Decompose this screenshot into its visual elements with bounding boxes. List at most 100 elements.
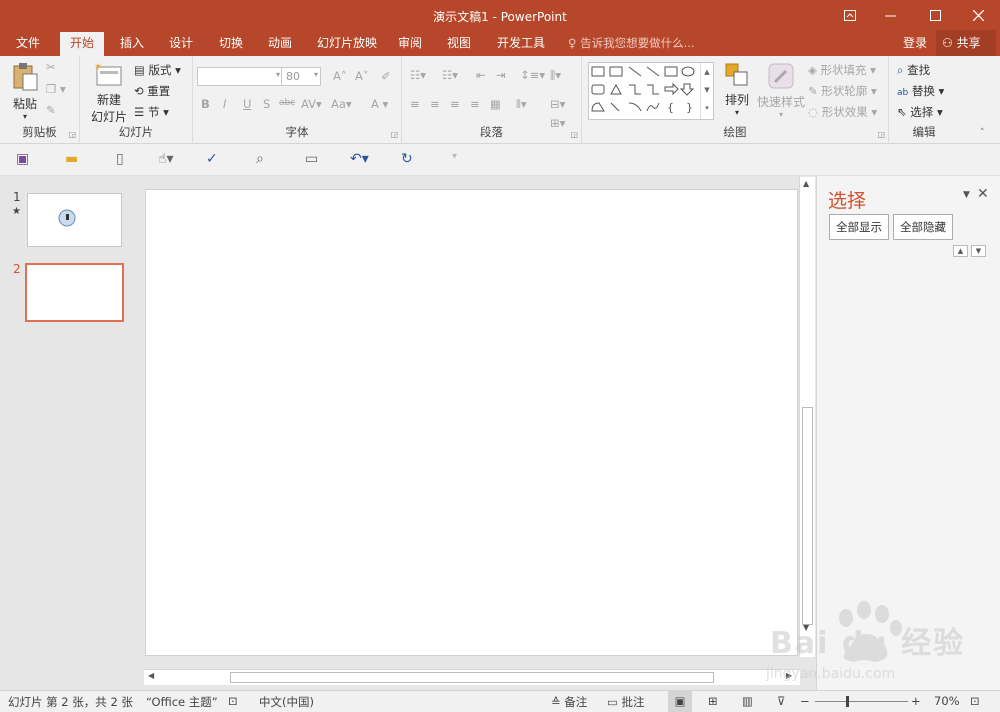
sign-in-link[interactable]: 登录 bbox=[903, 30, 927, 56]
strikethrough-button[interactable]: abc bbox=[279, 98, 295, 108]
copy-button[interactable]: ❐ ▾ bbox=[46, 82, 66, 96]
collapse-ribbon-button[interactable]: ˄ bbox=[980, 128, 985, 138]
undo-button[interactable]: ↶▾ bbox=[350, 151, 369, 167]
close-pane-button[interactable]: ✕ bbox=[977, 186, 989, 202]
redo-button[interactable]: ↻ bbox=[401, 151, 413, 167]
comments-button[interactable]: ▭ 批注 bbox=[607, 694, 645, 710]
find-button[interactable]: ⌕ 查找 bbox=[897, 62, 930, 78]
zoom-slider-track[interactable] bbox=[815, 701, 908, 702]
tab-review[interactable]: 审阅 bbox=[388, 30, 432, 56]
scroll-up-icon[interactable]: ▲ bbox=[803, 179, 809, 188]
underline-button[interactable]: U bbox=[243, 97, 251, 111]
ribbon-display-options-button[interactable] bbox=[828, 0, 872, 30]
slideshow-from-start-button[interactable]: ▭ bbox=[305, 151, 318, 167]
print-preview-button[interactable]: ⌕ bbox=[256, 151, 264, 167]
tab-developer[interactable]: 开发工具 bbox=[487, 30, 555, 56]
shape-effects-button[interactable]: ◌ 形状效果 ▾ bbox=[808, 104, 877, 120]
tab-slideshow[interactable]: 幻灯片放映 bbox=[307, 30, 387, 56]
vertical-scrollbar[interactable]: ▲ ▼ bbox=[799, 177, 815, 657]
save-button[interactable]: ▣ bbox=[16, 151, 29, 167]
new-button[interactable]: ▯ bbox=[116, 151, 124, 167]
tab-design[interactable]: 设计 bbox=[159, 30, 203, 56]
paste-button[interactable]: 粘贴 ▾ bbox=[8, 62, 42, 121]
italic-button[interactable]: I bbox=[223, 97, 226, 111]
align-right-button[interactable]: ≡ bbox=[450, 97, 460, 111]
slide-thumbnail-1[interactable] bbox=[27, 193, 122, 247]
grow-font-button[interactable]: A˄ bbox=[333, 69, 347, 83]
touch-mode-button[interactable]: ☝▾ bbox=[158, 151, 174, 167]
pane-options-button[interactable]: ▼ bbox=[963, 190, 970, 200]
slide-thumbnail-2[interactable] bbox=[25, 263, 124, 322]
char-spacing-button[interactable]: AV▾ bbox=[301, 97, 322, 111]
horizontal-scrollbar[interactable]: ◀ ▶ bbox=[144, 669, 800, 685]
bullets-button[interactable]: ☷▾ bbox=[410, 68, 426, 82]
horizontal-scroll-thumb[interactable] bbox=[230, 672, 714, 683]
hide-all-button[interactable]: 全部隐藏 bbox=[893, 214, 953, 240]
replace-button[interactable]: ab 替换 ▾ bbox=[897, 83, 944, 99]
change-case-button[interactable]: Aa▾ bbox=[331, 97, 352, 111]
zoom-slider-thumb[interactable] bbox=[846, 696, 849, 707]
font-launcher-icon[interactable]: ◲ bbox=[390, 130, 398, 139]
notes-button[interactable]: ≙ 备注 bbox=[551, 694, 587, 710]
slide-canvas[interactable] bbox=[145, 189, 798, 656]
align-left-button[interactable]: ≡ bbox=[410, 97, 420, 111]
tab-animations[interactable]: 动画 bbox=[258, 30, 302, 56]
increase-indent-button[interactable]: ⇥ bbox=[496, 68, 506, 82]
close-window-button[interactable] bbox=[956, 0, 1000, 30]
shrink-font-button[interactable]: A˅ bbox=[355, 69, 369, 83]
new-slide-button[interactable]: ✶ 新建 幻灯片 bbox=[84, 62, 134, 125]
scroll-left-icon[interactable]: ◀ bbox=[148, 671, 154, 680]
reset-button[interactable]: ⟲ 重置 bbox=[134, 83, 170, 99]
text-direction-button[interactable]: ⫼▾ bbox=[550, 68, 561, 83]
tab-file[interactable]: 文件 bbox=[6, 30, 50, 56]
cut-button[interactable]: ✂ bbox=[46, 60, 56, 74]
zoom-out-button[interactable]: − bbox=[800, 694, 810, 708]
language[interactable]: 中文(中国) bbox=[259, 694, 314, 710]
slide-info[interactable]: 幻灯片 第 2 张，共 2 张 bbox=[8, 694, 133, 710]
fit-to-window-button[interactable]: ⊡ bbox=[970, 694, 980, 708]
vertical-scroll-thumb[interactable] bbox=[802, 407, 813, 625]
share-button[interactable]: ⚇ 共享 bbox=[936, 30, 996, 56]
numbering-button[interactable]: ☷▾ bbox=[442, 68, 458, 82]
font-name-combo[interactable]: ▾ bbox=[197, 67, 283, 86]
line-spacing-button[interactable]: ↕≡▾ bbox=[520, 68, 545, 82]
clear-format-button[interactable]: ✐ bbox=[381, 69, 391, 83]
clipboard-launcher-icon[interactable]: ◲ bbox=[68, 130, 76, 139]
layout-button[interactable]: ▤ 版式 ▾ bbox=[134, 62, 181, 78]
slide-sorter-button[interactable]: ⊞ bbox=[708, 694, 718, 708]
select-button[interactable]: ⇖ 选择 ▾ bbox=[897, 104, 943, 120]
justify-button[interactable]: ≡ bbox=[470, 97, 480, 111]
tab-transitions[interactable]: 切换 bbox=[209, 30, 253, 56]
shape-fill-button[interactable]: ◈ 形状填充 ▾ bbox=[808, 62, 876, 78]
maximize-button[interactable] bbox=[913, 0, 957, 30]
bold-button[interactable]: B bbox=[201, 97, 210, 111]
open-button[interactable]: ▬ bbox=[65, 151, 78, 167]
tell-me-search[interactable]: ♀ 告诉我您想要做什么... bbox=[568, 30, 695, 56]
font-color-button[interactable]: A ▾ bbox=[371, 97, 388, 111]
arrange-button[interactable]: 排列 ▾ bbox=[720, 62, 754, 117]
quick-styles-button[interactable]: 快速样式 ▾ bbox=[756, 62, 806, 119]
reading-view-button[interactable]: ▥ bbox=[742, 694, 753, 708]
bring-forward-button[interactable]: ▲ bbox=[953, 245, 968, 257]
zoom-level[interactable]: 70% bbox=[934, 694, 960, 708]
align-center-button[interactable]: ≡ bbox=[430, 97, 440, 111]
shadow-button[interactable]: S bbox=[263, 97, 270, 111]
drawing-launcher-icon[interactable]: ◲ bbox=[877, 130, 885, 139]
align-text-button[interactable]: ⊟▾ bbox=[550, 97, 565, 111]
slideshow-view-button[interactable]: ⊽ bbox=[777, 694, 785, 708]
section-button[interactable]: ☰ 节 ▾ bbox=[134, 104, 169, 120]
tab-insert[interactable]: 插入 bbox=[110, 30, 154, 56]
paragraph-launcher-icon[interactable]: ◲ bbox=[570, 130, 578, 139]
normal-view-button[interactable]: ▣ bbox=[668, 691, 692, 712]
distributed-button[interactable]: ▦ bbox=[490, 97, 501, 111]
decrease-indent-button[interactable]: ⇤ bbox=[476, 68, 486, 82]
spelling-button[interactable]: ✓ bbox=[206, 151, 218, 167]
customize-qat-button[interactable]: ▾ bbox=[452, 151, 457, 162]
gallery-scroll[interactable]: ▲ ▼ ▾ bbox=[700, 63, 713, 119]
accessibility-icon[interactable]: ⊡ bbox=[228, 694, 238, 708]
shapes-gallery[interactable]: {} ▲ ▼ ▾ bbox=[588, 62, 714, 120]
format-painter-button[interactable]: ✎ bbox=[46, 103, 56, 117]
columns-button[interactable]: ⫴▾ bbox=[516, 97, 527, 112]
zoom-in-button[interactable]: + bbox=[911, 694, 921, 708]
send-backward-button[interactable]: ▼ bbox=[971, 245, 986, 257]
